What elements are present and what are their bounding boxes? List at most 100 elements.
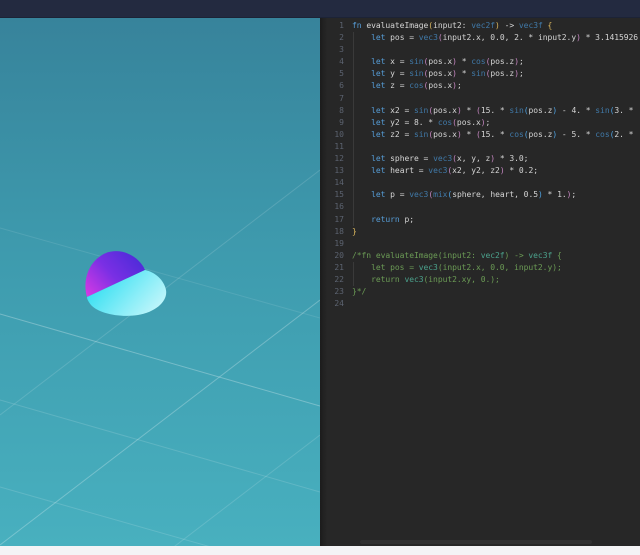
line-number: 11 [320,141,344,153]
code-line[interactable]: }*/ [352,286,640,298]
code-token: z2 = [385,130,414,139]
code-token: 15. * [481,106,510,115]
code-token: x = [385,57,409,66]
code-token: { [552,251,562,260]
code-token: x2 = [385,106,414,115]
code-token: ; [486,118,491,127]
code-line[interactable]: let sphere = vec3(x, y, z) * 3.0; [352,153,640,165]
code-token: fn [352,21,366,30]
code-token: vec3f [519,21,543,30]
bottom-strip [0,546,640,555]
code-token: let pos = [352,263,419,272]
code-token [352,69,371,78]
code-line[interactable]: let pos = vec3(input2.x, 0.0, 2. * input… [352,32,640,44]
code-line[interactable]: let pos = vec3(input2.x, 0.0, input2.y); [352,262,640,274]
code-line[interactable]: let z = cos(pos.x); [352,80,640,92]
code-token: cos [438,118,452,127]
code-token: ) -> [505,251,529,260]
code-token: vec2f [481,251,505,260]
code-line[interactable]: let y2 = 8. * cos(pos.x); [352,117,640,129]
code-line[interactable]: let p = vec3(mix(sphere, heart, 0.5) * 1… [352,189,640,201]
code-token: * [457,57,471,66]
code-token: * 3.0; [495,154,528,163]
line-number: 20 [320,250,344,262]
code-token: pos = [385,33,418,42]
code-token: let [371,69,385,78]
code-line[interactable]: return p; [352,214,640,226]
code-token: (input2.xy, 0.); [424,275,500,284]
viewport-canvas[interactable] [0,18,320,546]
horizontal-scrollbar[interactable] [360,540,592,544]
code-token: vec3 [409,190,428,199]
code-token: vec3 [419,33,438,42]
code-line[interactable]: return vec3(input2.xy, 0.); [352,274,640,286]
code-token: input2.x, 0.0, 2. * input2.y [443,33,576,42]
code-token: ; [519,69,524,78]
code-token: pos.z [490,57,514,66]
code-editor[interactable]: 123456789101112131415161718192021222324 … [320,18,640,546]
line-number: 3 [320,44,344,56]
code-line[interactable] [352,238,640,250]
code-line[interactable]: let y = sin(pos.x) * sin(pos.z); [352,68,640,80]
code-token: mix [433,190,447,199]
code-token: heart = [385,166,428,175]
blob-mesh [85,251,166,316]
code-token: pos.x [428,81,452,90]
code-line[interactable] [352,177,640,189]
code-line[interactable]: } [352,226,640,238]
top-navbar [0,0,640,18]
line-number: 16 [320,201,344,213]
code-token [352,33,371,42]
code-token: y = [385,69,409,78]
indent-guide [353,32,354,226]
code-token: x, y, z [457,154,490,163]
code-line[interactable] [352,141,640,153]
line-number: 15 [320,189,344,201]
code-token: sphere = [385,154,433,163]
code-token: return [352,275,404,284]
line-number: 17 [320,214,344,226]
code-token: cos [471,57,485,66]
code-token: vec2f [471,21,495,30]
line-number: 21 [320,262,344,274]
line-number: 7 [320,93,344,105]
code-line[interactable] [352,298,640,310]
code-token [352,154,371,163]
code-token: - 4. * [557,106,595,115]
code-token [352,81,371,90]
code-token: sin [409,57,423,66]
code-line[interactable] [352,93,640,105]
code-token: vec3 [433,154,452,163]
code-token: pos.z [529,106,553,115]
line-number: 23 [320,286,344,298]
app-window: 123456789101112131415161718192021222324 … [0,0,640,555]
line-number: 1 [320,20,344,32]
code-token: p = [385,190,409,199]
code-line[interactable]: let z2 = sin(pos.x) * (15. * cos(pos.z) … [352,129,640,141]
code-token: sphere, heart, 0.5 [452,190,538,199]
line-number: 5 [320,68,344,80]
code-line[interactable]: fn evaluateImage(input2: vec2f) -> vec3f… [352,20,640,32]
code-line[interactable] [352,44,640,56]
code-token: pos.z [529,130,553,139]
code-line[interactable]: /*fn evaluateImage(input2: vec2f) -> vec… [352,250,640,262]
code-token: x2, y2, z2 [452,166,500,175]
code-token [352,190,371,199]
viewport-3d[interactable] [0,18,320,546]
code-token [352,106,371,115]
editor-code[interactable]: fn evaluateImage(input2: vec2f) -> vec3f… [352,18,640,546]
code-token: - 5. * [557,130,595,139]
code-line[interactable]: let x = sin(pos.x) * cos(pos.z); [352,56,640,68]
line-number: 13 [320,165,344,177]
editor-gutter: 123456789101112131415161718192021222324 [320,18,346,546]
code-token: let [371,130,385,139]
code-line[interactable] [352,201,640,213]
code-line[interactable]: let x2 = sin(pos.x) * (15. * sin(pos.z) … [352,105,640,117]
code-token: } [352,227,357,236]
code-token: let [371,190,385,199]
code-token: vec3 [404,275,423,284]
line-number: 9 [320,117,344,129]
code-line[interactable]: let heart = vec3(x2, y2, z2) * 0.2; [352,165,640,177]
line-number: 8 [320,105,344,117]
code-token: let [371,166,385,175]
